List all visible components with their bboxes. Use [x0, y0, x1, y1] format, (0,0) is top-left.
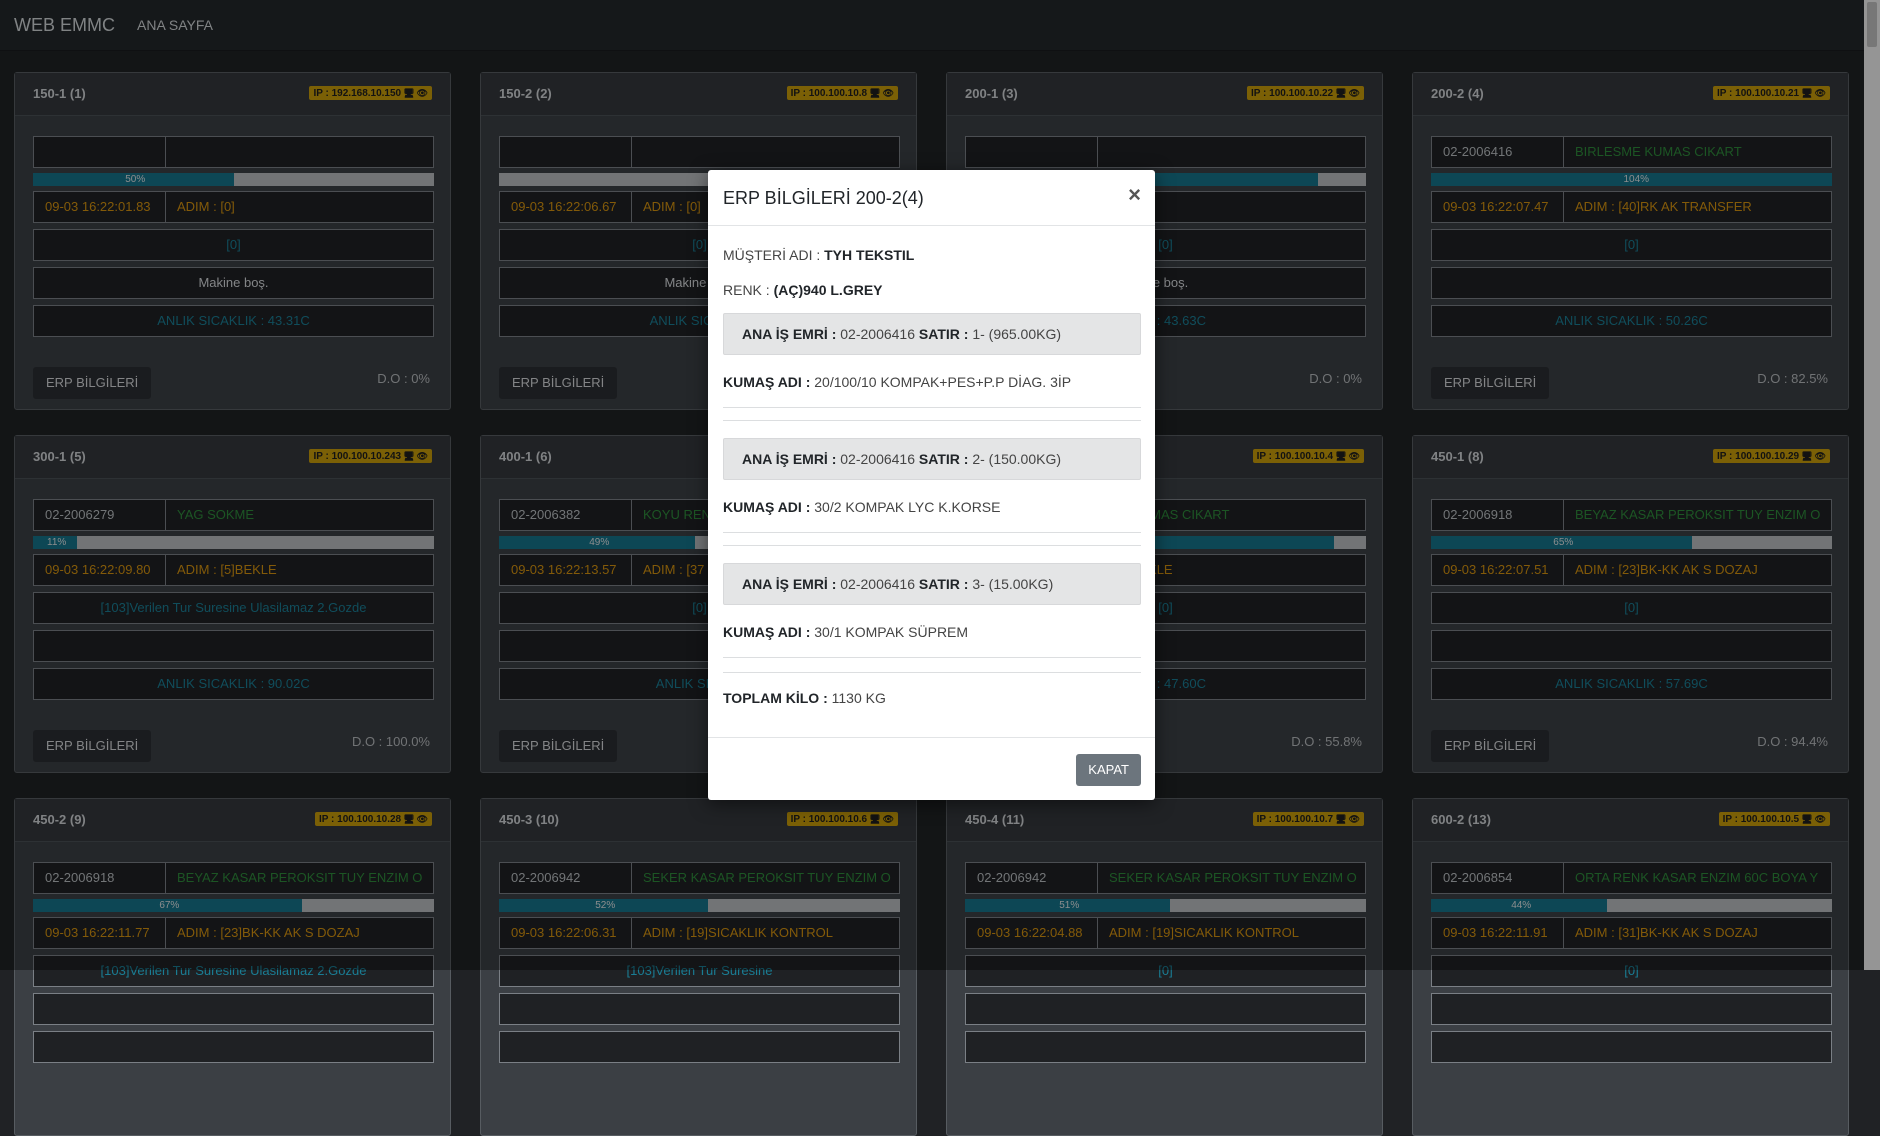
- divider: [723, 532, 1141, 533]
- work-order-label: ANA İŞ EMRİ :: [742, 451, 837, 467]
- fabric-value: 30/2 KOMPAK LYC K.KORSE: [814, 499, 1001, 515]
- work-order-value: 02-2006416: [840, 576, 916, 592]
- fabric-line: KUMAŞ ADI : 30/2 KOMPAK LYC K.KORSE: [723, 499, 1000, 515]
- divider: [723, 657, 1141, 658]
- divider: [723, 545, 1141, 546]
- customer-label: MÜŞTERİ ADI :: [723, 247, 821, 263]
- work-order-label: ANA İŞ EMRİ :: [742, 576, 837, 592]
- line-value: 2- (150.00KG): [972, 451, 1062, 467]
- kapat-button[interactable]: KAPAT: [1076, 754, 1141, 786]
- erp-modal: ERP BİLGİLERİ 200-2(4) × MÜŞTERİ ADI : T…: [708, 170, 1155, 800]
- work-order-value: 02-2006416: [840, 326, 916, 342]
- fabric-value: 20/100/10 KOMPAK+PES+P.P DİAG. 3İP: [814, 374, 1072, 390]
- modal-header: ERP BİLGİLERİ 200-2(4) ×: [708, 170, 1155, 226]
- machine-message: [33, 993, 434, 1025]
- work-order-value: 02-2006416: [840, 451, 916, 467]
- temperature: [1431, 1031, 1832, 1063]
- modal-title: ERP BİLGİLERİ 200-2(4): [723, 188, 924, 208]
- work-order-well: ANA İŞ EMRİ : 02-2006416 SATIR : 2- (150…: [723, 438, 1141, 480]
- line-label: SATIR :: [918, 576, 969, 592]
- divider: [723, 407, 1141, 408]
- modal-footer-divider: [708, 737, 1155, 738]
- fabric-label: KUMAŞ ADI :: [723, 499, 811, 515]
- temperature: [499, 1031, 900, 1063]
- fabric-value: 30/1 KOMPAK SÜPREM: [814, 624, 969, 640]
- fabric-label: KUMAŞ ADI :: [723, 624, 811, 640]
- line-value: 3- (15.00KG): [972, 576, 1054, 592]
- line-label: SATIR :: [918, 451, 969, 467]
- color-value: (AÇ)940 L.GREY: [773, 282, 883, 298]
- customer-line: MÜŞTERİ ADI : TYH TEKSTIL: [723, 247, 914, 263]
- temperature: [33, 1031, 434, 1063]
- color-label: RENK :: [723, 282, 770, 298]
- machine-message: [499, 993, 900, 1025]
- work-order-label: ANA İŞ EMRİ :: [742, 326, 837, 342]
- fabric-label: KUMAŞ ADI :: [723, 374, 811, 390]
- total-value: 1130 KG: [831, 690, 886, 706]
- temperature: [965, 1031, 1366, 1063]
- total-label: TOPLAM KİLO :: [723, 690, 828, 706]
- divider: [723, 672, 1141, 673]
- close-icon[interactable]: ×: [1128, 184, 1141, 206]
- line-label: SATIR :: [918, 326, 969, 342]
- line-value: 1- (965.00KG): [972, 326, 1062, 342]
- work-order-well: ANA İŞ EMRİ : 02-2006416 SATIR : 3- (15.…: [723, 563, 1141, 605]
- fabric-line: KUMAŞ ADI : 20/100/10 KOMPAK+PES+P.P DİA…: [723, 374, 1071, 390]
- work-order-well: ANA İŞ EMRİ : 02-2006416 SATIR : 1- (965…: [723, 313, 1141, 355]
- machine-message: [965, 993, 1366, 1025]
- color-line: RENK : (AÇ)940 L.GREY: [723, 282, 883, 298]
- machine-message: [1431, 993, 1832, 1025]
- fabric-line: KUMAŞ ADI : 30/1 KOMPAK SÜPREM: [723, 624, 968, 640]
- total-line: TOPLAM KİLO : 1130 KG: [723, 690, 886, 706]
- customer-value: TYH TEKSTIL: [824, 247, 915, 263]
- divider: [723, 420, 1141, 421]
